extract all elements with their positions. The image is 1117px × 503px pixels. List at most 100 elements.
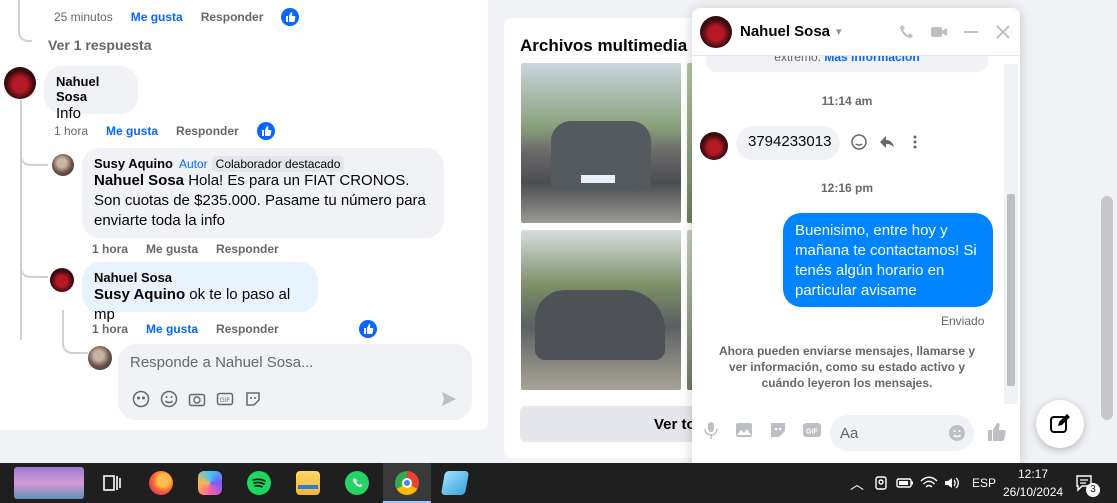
like-reaction-icon — [281, 8, 300, 26]
comment-bubble: Nahuel Sosa Info — [44, 66, 138, 122]
comment-bubble: Susy Aquino Autor Colaborador destacado Na… — [82, 148, 444, 238]
reply-link[interactable]: Responder — [216, 242, 279, 256]
more-options-icon[interactable] — [906, 133, 924, 151]
notes-app-icon[interactable] — [440, 471, 470, 495]
scrollbar[interactable] — [1004, 64, 1018, 404]
spotify-icon[interactable] — [247, 471, 271, 495]
avatar[interactable] — [4, 67, 36, 99]
message-actions — [850, 133, 924, 151]
gif-icon[interactable]: GIF — [216, 390, 234, 408]
reply-toolbar: GIF — [132, 390, 262, 408]
send-icon[interactable] — [440, 390, 458, 408]
whatsapp-icon[interactable] — [345, 471, 369, 495]
chat-contact-name[interactable]: Nahuel Sosa — [740, 23, 830, 40]
thumbs-up-icon[interactable] — [986, 421, 1008, 443]
chat-avatar[interactable] — [700, 15, 732, 48]
emoji-icon[interactable] — [948, 424, 966, 442]
messenger-chat-window: Nahuel Sosa ▾ extremo. Más información 1… — [692, 8, 1020, 463]
minimize-icon[interactable] — [962, 23, 980, 41]
chevron-down-icon[interactable]: ▾ — [836, 25, 842, 38]
react-icon[interactable] — [850, 133, 868, 151]
show-hidden-icons[interactable]: ︿ — [850, 474, 864, 494]
message-timestamp: 11:14 am — [821, 94, 873, 108]
thread-connector — [20, 150, 48, 166]
sticker-icon[interactable] — [768, 420, 788, 440]
video-icon[interactable] — [930, 23, 948, 41]
close-icon[interactable] — [994, 23, 1012, 41]
received-message[interactable]: 3794233013 — [736, 126, 840, 160]
comment-author[interactable]: Nahuel Sosa — [94, 270, 306, 285]
system-message: Ahora pueden enviarse mensajes, llamarse… — [718, 344, 976, 390]
comment-bubble: Nahuel Sosa Susy Aquino ok te lo paso al… — [82, 262, 318, 323]
reply-link[interactable]: Responder — [176, 124, 239, 138]
mention[interactable]: Susy Aquino — [94, 286, 185, 303]
widgets-icon[interactable] — [14, 467, 84, 499]
my-avatar[interactable] — [88, 346, 112, 370]
mention[interactable]: Nahuel Sosa — [94, 172, 184, 189]
reply-link[interactable]: Responder — [201, 10, 264, 24]
compose-icon — [1050, 414, 1070, 433]
view-replies-link[interactable]: Ver 1 respuesta — [48, 37, 152, 53]
comment-actions: 1 hora Me gusta Responder — [92, 242, 279, 256]
new-message-button[interactable] — [1036, 400, 1084, 448]
comment-time: 25 minutos — [54, 10, 113, 24]
thread-connector — [62, 310, 88, 354]
media-panel: Archivos multimedia re Ver to — [504, 18, 716, 458]
volume-icon[interactable] — [943, 475, 961, 491]
meet-now-icon[interactable] — [873, 475, 889, 491]
reply-link[interactable]: Responder — [216, 322, 279, 336]
phone-icon[interactable] — [898, 23, 916, 41]
comment-actions: 1 hora Me gusta Responder — [92, 320, 377, 338]
reply-input[interactable]: Responde a Nahuel Sosa... — [130, 354, 313, 371]
composer-toolbar: GIF — [702, 420, 822, 440]
comment-author[interactable]: Susy Aquino — [94, 156, 173, 171]
like-link[interactable]: Me gusta — [146, 322, 198, 336]
notification-count-badge: 3 — [1086, 483, 1100, 497]
thread-connector — [20, 262, 48, 278]
message-input[interactable]: Aa — [830, 415, 974, 451]
avatar[interactable] — [50, 268, 74, 292]
like-reaction-icon — [358, 320, 377, 338]
comment-time: 1 hora — [54, 124, 89, 138]
contact-avatar[interactable] — [700, 132, 728, 160]
more-info-link[interactable]: Más información — [824, 56, 919, 64]
encryption-text: extremo. — [774, 56, 821, 64]
page-scrollbar[interactable] — [1101, 196, 1113, 420]
copilot-icon[interactable] — [198, 471, 222, 495]
like-link[interactable]: Me gusta — [146, 242, 198, 256]
language-indicator[interactable]: ESP — [972, 476, 996, 490]
firefox-icon[interactable] — [149, 471, 173, 495]
clock-date[interactable]: 26/10/2024 — [1003, 485, 1063, 499]
clock-time[interactable]: 12:17 — [1018, 467, 1048, 481]
scrollbar-thumb[interactable] — [1007, 194, 1015, 386]
image-icon[interactable] — [734, 420, 754, 440]
author-tag: Autor — [178, 157, 208, 171]
gif-icon[interactable]: GIF — [802, 420, 822, 440]
sticker-icon[interactable] — [244, 390, 262, 408]
file-explorer-icon[interactable] — [296, 471, 320, 495]
chrome-icon[interactable] — [395, 471, 419, 495]
wifi-icon[interactable] — [920, 475, 938, 491]
avatar[interactable] — [52, 154, 74, 176]
message-input-placeholder: Aa — [840, 425, 859, 442]
thread-line — [18, 0, 32, 42]
microphone-icon[interactable] — [702, 420, 720, 440]
svg-text:GIF: GIF — [806, 429, 818, 436]
view-all-button[interactable]: Ver to — [520, 406, 716, 442]
comment-time: 1 hora — [92, 322, 129, 336]
reply-box: Responde a Nahuel Sosa... GIF — [118, 344, 472, 420]
media-photo[interactable] — [521, 63, 681, 223]
camera-icon[interactable] — [188, 390, 206, 408]
comment-author[interactable]: Nahuel Sosa — [56, 74, 126, 104]
reply-icon[interactable] — [878, 133, 896, 151]
emoji-icon[interactable] — [160, 390, 178, 408]
task-view-icon[interactable] — [100, 471, 124, 495]
media-photo[interactable] — [521, 230, 681, 390]
avatar-sticker-icon[interactable] — [132, 390, 150, 408]
sent-message[interactable]: Buenisimo, entre hoy y mañana te contact… — [783, 213, 993, 307]
comments-panel: 25 minutos Me gusta Responder Ver 1 resp… — [0, 0, 488, 430]
like-link[interactable]: Me gusta — [106, 124, 158, 138]
battery-icon[interactable] — [896, 475, 914, 491]
like-link[interactable]: Me gusta — [131, 10, 183, 24]
taskbar: ︿ ESP 12:17 26/10/2024 3 — [0, 463, 1117, 503]
